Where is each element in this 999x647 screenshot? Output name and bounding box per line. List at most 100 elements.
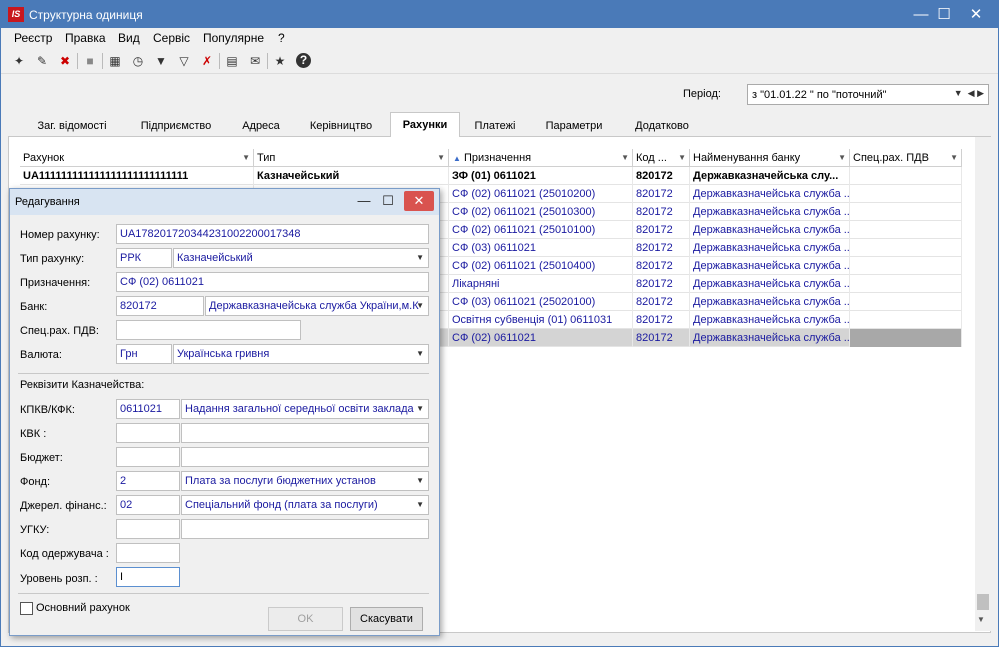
sort-arrow-icon[interactable]: ▼ — [621, 149, 629, 167]
delete-icon[interactable]: ✖ — [56, 52, 74, 70]
cell-vat — [850, 311, 962, 329]
ok-button[interactable]: OK — [268, 607, 343, 631]
chevron-down-icon[interactable]: ▼ — [416, 400, 424, 418]
title-bar: IS Структурна одиниця — ☐ ✕ — [1, 1, 998, 28]
main-account-checkbox[interactable] — [20, 602, 33, 615]
period-nav-icon[interactable]: ▼ ◀ ▶ — [954, 88, 984, 99]
help-icon[interactable]: ? — [296, 53, 311, 68]
tab-enterprise[interactable]: Підприємство — [126, 115, 226, 137]
fund-code-field[interactable]: 2 — [116, 471, 180, 491]
chevron-down-icon[interactable]: ▼ — [416, 249, 424, 267]
treasury-header: Реквізити Казначейства: — [20, 379, 145, 391]
tab-general[interactable]: Заг. відомості — [22, 115, 122, 137]
fund-value: Плата за послуги бюджетних установ — [185, 475, 376, 487]
column-account[interactable]: Рахунок ▼ — [20, 149, 254, 167]
dialog-close-icon[interactable]: ✕ — [404, 191, 434, 211]
dialog-title: Редагування — [15, 196, 80, 208]
star-icon[interactable]: ★ — [271, 52, 289, 70]
edit-dialog: Редагування — ☐ ✕ Номер рахунку: UA17820… — [9, 188, 440, 636]
scrollbar-thumb[interactable] — [977, 594, 989, 610]
cell-vat — [850, 203, 962, 221]
menu-service[interactable]: Сервіс — [153, 31, 190, 45]
block-icon[interactable]: ■ — [81, 52, 99, 70]
scroll-down-icon[interactable]: ▼ — [977, 615, 985, 624]
app-logo: IS — [8, 7, 24, 22]
budget-code-field[interactable] — [116, 447, 180, 467]
account-type-select[interactable]: Казначейський ▼ — [173, 248, 429, 268]
cell-purpose: ЗФ (01) 0611021 — [449, 167, 633, 185]
tab-accounts[interactable]: Рахунки — [390, 112, 460, 138]
account-type-label: Тип рахунку: — [20, 253, 85, 265]
column-type[interactable]: Тип ▼ — [254, 149, 449, 167]
table-icon[interactable]: ▦ — [106, 52, 124, 70]
dialog-maximize-icon[interactable]: ☐ — [375, 191, 401, 211]
close-icon[interactable]: ✕ — [955, 1, 997, 28]
account-number-field[interactable]: UA178201720344231002200017348 — [116, 224, 429, 244]
chevron-down-icon[interactable]: ▼ — [416, 345, 424, 363]
menu-help[interactable]: ? — [278, 31, 285, 45]
dialog-minimize-icon[interactable]: — — [351, 191, 377, 211]
menu-popular[interactable]: Популярне — [203, 31, 264, 45]
add-icon[interactable]: ✦ — [10, 52, 28, 70]
currency-code-field[interactable]: Грн — [116, 344, 172, 364]
vertical-scrollbar[interactable]: ▼ — [975, 137, 991, 631]
cell-code: 820172 — [633, 275, 690, 293]
chevron-down-icon[interactable]: ▼ — [416, 472, 424, 490]
sort-arrow-icon[interactable]: ▼ — [678, 149, 686, 167]
sort-arrow-icon[interactable]: ▼ — [437, 149, 445, 167]
funding-source-select[interactable]: Спеціальний фонд (плата за послуги) ▼ — [181, 495, 429, 515]
recipient-code-field[interactable] — [116, 543, 180, 563]
menu-view[interactable]: Вид — [118, 31, 140, 45]
period-selector[interactable]: з "01.01.22 " по "поточний" ▼ ◀ ▶ — [747, 84, 989, 105]
column-purpose[interactable]: ▲ Призначення ▼ — [449, 149, 633, 167]
kpkv-select[interactable]: Надання загальної середньої освіти закла… — [181, 399, 429, 419]
column-bank[interactable]: Найменування банку ▼ — [690, 149, 850, 167]
sort-arrow-icon[interactable]: ▼ — [838, 149, 846, 167]
vat-account-field[interactable] — [116, 320, 301, 340]
cell-vat — [850, 221, 962, 239]
currency-select[interactable]: Українська гривня ▼ — [173, 344, 429, 364]
kvk-name-field[interactable] — [181, 423, 429, 443]
column-code-label: Код ... — [636, 152, 667, 164]
fund-select[interactable]: Плата за послуги бюджетних установ ▼ — [181, 471, 429, 491]
menu-edit[interactable]: Правка — [65, 31, 106, 45]
kpkv-code-field[interactable]: 0611021 — [116, 399, 180, 419]
sort-arrow-icon[interactable]: ▼ — [242, 149, 250, 167]
filter-icon[interactable]: ▼ — [152, 52, 170, 70]
kpkv-label: КПКВ/КФК: — [20, 404, 75, 416]
filter-clear-icon[interactable]: ✗ — [198, 52, 216, 70]
edit-icon[interactable]: ✎ — [33, 52, 51, 70]
funding-source-code-field[interactable]: 02 — [116, 495, 180, 515]
clock-icon[interactable]: ◷ — [129, 52, 147, 70]
cell-vat — [850, 257, 962, 275]
purpose-field[interactable]: СФ (02) 0611021 — [116, 272, 429, 292]
column-vat[interactable]: Спец.рах. ПДВ ▼ — [850, 149, 962, 167]
bank-code-field[interactable]: 820172 — [116, 296, 204, 316]
tab-payments[interactable]: Платежі — [464, 115, 526, 137]
tab-parameters[interactable]: Параметри — [536, 115, 612, 137]
account-type-code[interactable]: РРК — [116, 248, 172, 268]
ugku-code-field[interactable] — [116, 519, 180, 539]
budget-name-field[interactable] — [181, 447, 429, 467]
ugku-name-field[interactable] — [181, 519, 429, 539]
mail-icon[interactable]: ✉ — [246, 52, 264, 70]
menu-registry[interactable]: Реєстр — [14, 31, 52, 45]
cell-purpose: СФ (02) 0611021 — [449, 329, 633, 347]
document-icon[interactable]: ▤ — [223, 52, 241, 70]
level-label: Уровень розп. : — [20, 573, 98, 585]
tab-management[interactable]: Керівництво — [298, 115, 384, 137]
tab-address[interactable]: Адреса — [228, 115, 294, 137]
chevron-down-icon[interactable]: ▼ — [416, 297, 424, 315]
cell-bank: Державказначейська служба ... — [690, 239, 850, 257]
level-field[interactable]: I — [116, 567, 180, 587]
tab-additional[interactable]: Додатково — [622, 115, 702, 137]
table-row[interactable]: UA111111111111111111111111111 Казначейськ… — [20, 167, 962, 185]
cancel-button[interactable]: Скасувати — [350, 607, 423, 631]
bank-select[interactable]: Державказначейська служба України,м.К ▼ — [205, 296, 429, 316]
column-code[interactable]: Код ... ▼ — [633, 149, 690, 167]
sort-arrow-icon[interactable]: ▼ — [950, 149, 958, 167]
chevron-down-icon[interactable]: ▼ — [416, 496, 424, 514]
cell-purpose: СФ (02) 0611021 (25010400) — [449, 257, 633, 275]
filter-add-icon[interactable]: ▽ — [175, 52, 193, 70]
kvk-code-field[interactable] — [116, 423, 180, 443]
